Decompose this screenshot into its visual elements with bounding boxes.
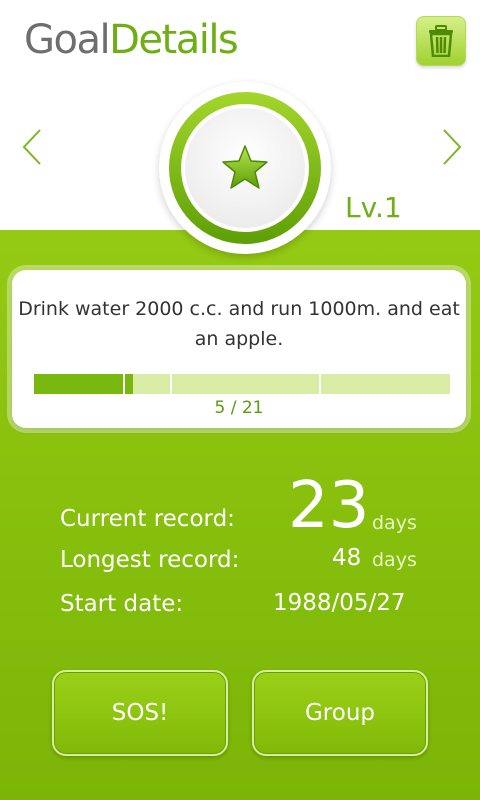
group-button[interactable]: Group (252, 670, 428, 756)
current-record-label: Current record: (60, 506, 235, 532)
goal-badge (159, 82, 331, 254)
current-record-value: 23 (288, 469, 370, 543)
level-label: Lv.1 (345, 191, 402, 224)
trash-icon (429, 25, 453, 57)
sos-button[interactable]: SOS! (52, 670, 228, 756)
page-title-part1: Goal (24, 17, 111, 63)
longest-record-value: 48 (332, 545, 362, 571)
page-title: GoalDetails (24, 14, 239, 66)
longest-record-unit: days (372, 549, 417, 571)
progress-divider (319, 374, 321, 394)
delete-button[interactable] (416, 16, 466, 66)
goal-card: Drink water 2000 c.c. and run 1000m. and… (12, 270, 466, 428)
progress-fill (34, 374, 134, 394)
chevron-left-icon[interactable] (20, 128, 44, 166)
progress-bar (34, 374, 450, 394)
longest-record-label: Longest record: (60, 547, 240, 573)
start-date-value: 1988/05/27 (273, 590, 406, 616)
chevron-right-icon[interactable] (440, 128, 464, 166)
progress-divider (123, 374, 125, 394)
start-date-label: Start date: (60, 591, 184, 617)
page-title-part2: Details (109, 17, 239, 63)
goal-description: Drink water 2000 c.c. and run 1000m. and… (18, 298, 460, 350)
current-record-unit: days (372, 512, 417, 534)
progress-label: 5 / 21 (214, 398, 264, 418)
progress-divider (170, 374, 172, 394)
